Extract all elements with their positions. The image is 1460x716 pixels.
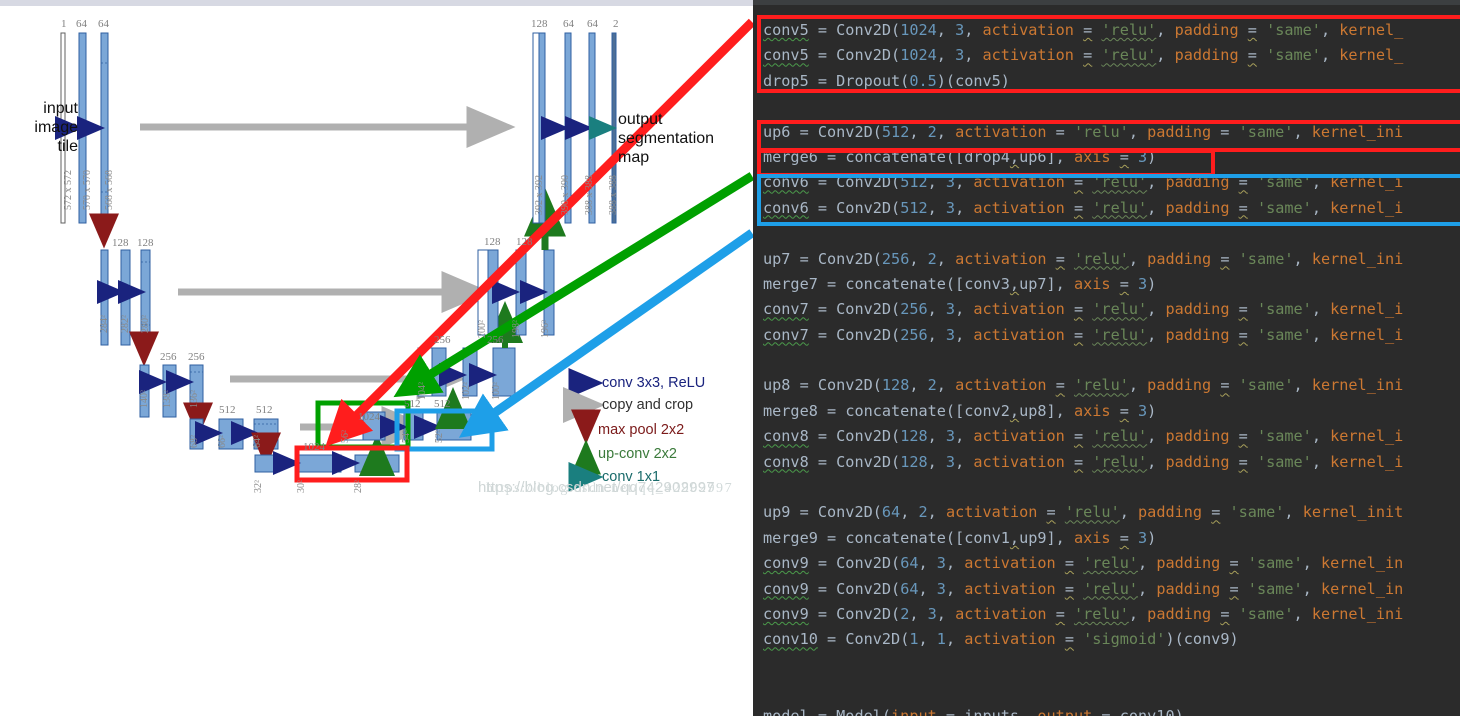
code-line-17: conv8 = Conv2D(128, 3, activation = 'rel…: [763, 427, 1404, 446]
diagram-canvas: [55, 18, 753, 492]
sz-bottleneck-2: 28²: [353, 480, 364, 493]
legend-item-copy-crop: copy and crop: [602, 397, 694, 413]
sz-dec4-1: 54²: [401, 430, 412, 443]
ch-enc2-1: 128: [137, 237, 154, 249]
ch-enc3-0: 256: [160, 351, 177, 363]
sz-enc4-1: 66²: [217, 435, 228, 448]
ch-dec1-1: 64: [563, 18, 574, 30]
sz-enc2-1: 282²: [120, 315, 131, 333]
code-line-12: conv7 = Conv2D(256, 3, activation = 'rel…: [763, 300, 1404, 319]
ch-enc2-0: 128: [112, 237, 129, 249]
sz-dec3-1: 102²: [461, 382, 472, 400]
ch-enc4-1: 512: [256, 404, 273, 416]
screenshot-root: input image tile output segmentation map…: [0, 0, 1460, 716]
ch-dec1-2: 64: [587, 18, 598, 30]
code-line-15: up8 = Conv2D(128, 2, activation = 'relu'…: [763, 376, 1404, 395]
code-line-11: merge7 = concatenate([conv3,up7], axis =…: [763, 274, 1157, 293]
sz-enc3-1: 138²: [162, 390, 173, 408]
code-line-20: up9 = Conv2D(64, 2, activation = 'relu',…: [763, 503, 1404, 522]
sz-bottleneck-1: 30²: [296, 480, 307, 493]
bottleneck-blocks: [254, 454, 400, 473]
sz-dec1-1: 390 x 390: [560, 175, 571, 215]
code-line-8: conv6 = Conv2D(512, 3, activation = 'rel…: [763, 198, 1404, 217]
sz-enc4-2: 64²: [252, 435, 263, 448]
sz-dec2-2: 196²: [540, 320, 551, 338]
legend-item-upconv: up-conv 2x2: [598, 446, 677, 462]
output-label-line2: segmentation: [618, 130, 715, 147]
legend-icons: [563, 368, 605, 492]
ch-dec1-3: 2: [613, 18, 619, 30]
code-line-13: conv7 = Conv2D(256, 3, activation = 'rel…: [763, 325, 1404, 344]
code-line-25: conv10 = Conv2D(1, 1, activation = 'sigm…: [763, 630, 1239, 649]
code-line-10: up7 = Conv2D(256, 2, activation = 'relu'…: [763, 249, 1404, 268]
sz-bottleneck-0: 32²: [253, 480, 264, 493]
sz-dec3-0: 104²: [417, 382, 428, 400]
output-label-line3: map: [618, 149, 650, 166]
code-line-2: conv5 = Conv2D(1024, 3, activation = 're…: [763, 46, 1404, 65]
sz-dec1-2: 388 x 388: [584, 175, 595, 215]
sz-dec2-1: 198²: [511, 320, 522, 338]
code-editor-topbar: [753, 0, 1460, 5]
input-label-line3: tile: [57, 138, 78, 155]
sz-dec4-2: 52²: [434, 430, 445, 443]
ch-dec4-1: 512: [434, 398, 451, 410]
sz-enc2-2: 280²: [140, 315, 151, 333]
watermark-overlay-text: https://blog.csdn.net/qq_42902997: [486, 481, 734, 496]
code-line-6: merge6 = concatenate([drop4,up6], axis =…: [763, 147, 1157, 166]
code-line-23: conv9 = Conv2D(64, 3, activation = 'relu…: [763, 579, 1404, 598]
sz-dec1-3: 388 x 388: [608, 175, 619, 215]
sz-dec4-0: 56²: [340, 430, 351, 443]
code-content[interactable]: conv5 = Conv2D(1024, 3, activation = 're…: [763, 18, 1460, 716]
code-line-16: merge8 = concatenate([conv2,up8], axis =…: [763, 401, 1157, 420]
legend-item-conv3x3: conv 3x3, ReLU: [602, 375, 706, 391]
sz-enc3-0: 140²: [139, 390, 150, 408]
input-label-line2: image: [34, 119, 78, 136]
unet-architecture-diagram: input image tile output segmentation map…: [0, 0, 753, 716]
sz-dec1-0: 392 x 392: [534, 175, 545, 215]
ch-enc1-2: 64: [98, 18, 109, 30]
code-line-3: drop5 = Dropout(0.5)(conv5): [763, 71, 1010, 90]
code-editor-panel[interactable]: conv5 = Conv2D(1024, 3, activation = 're…: [753, 0, 1460, 716]
sz-enc1-1: 570 x 570: [82, 170, 93, 210]
input-label-line1: input: [43, 100, 78, 117]
legend-item-maxpool: max pool 2x2: [598, 422, 685, 438]
ch-dec1-0: 128: [531, 18, 548, 30]
ch-bottleneck-1: 1024: [358, 411, 380, 423]
ch-dec3-1: 256: [487, 334, 504, 346]
sz-enc3-2: 136²: [189, 390, 200, 408]
code-line-18: conv8 = Conv2D(128, 3, activation = 'rel…: [763, 452, 1404, 471]
ch-enc3-1: 256: [188, 351, 205, 363]
sz-enc1-2: 568 x 568: [104, 170, 115, 210]
code-line-24: conv9 = Conv2D(2, 3, activation = 'relu'…: [763, 604, 1404, 623]
code-line-7: conv6 = Conv2D(512, 3, activation = 'rel…: [763, 173, 1404, 192]
code-line-21: merge9 = concatenate([conv1,up9], axis =…: [763, 528, 1157, 547]
ch-dec2-1: 128: [516, 236, 533, 248]
sz-enc4-0: 68²: [189, 435, 200, 448]
ch-enc1-0: 1: [61, 18, 67, 30]
sz-enc1-0: 572 x 572: [63, 170, 74, 210]
ch-dec3-0: 256: [434, 334, 451, 346]
code-line-5: up6 = Conv2D(512, 2, activation = 'relu'…: [763, 122, 1404, 141]
output-label-line1: output: [618, 111, 663, 128]
ch-enc4-0: 512: [219, 404, 236, 416]
ch-bottleneck-0: 1024: [303, 441, 325, 453]
ch-dec2-0: 128: [484, 236, 501, 248]
sz-dec3-2: 100²: [491, 382, 502, 400]
code-line-1: conv5 = Conv2D(1024, 3, activation = 're…: [763, 21, 1404, 39]
sz-enc2-0: 284²: [99, 315, 110, 333]
code-line-22: conv9 = Conv2D(64, 3, activation = 'relu…: [763, 554, 1404, 573]
ch-enc1-1: 64: [76, 18, 87, 30]
sz-dec2-0: 200²: [477, 320, 488, 338]
code-line-28: model = Model(input = inputs, output = c…: [763, 706, 1184, 716]
